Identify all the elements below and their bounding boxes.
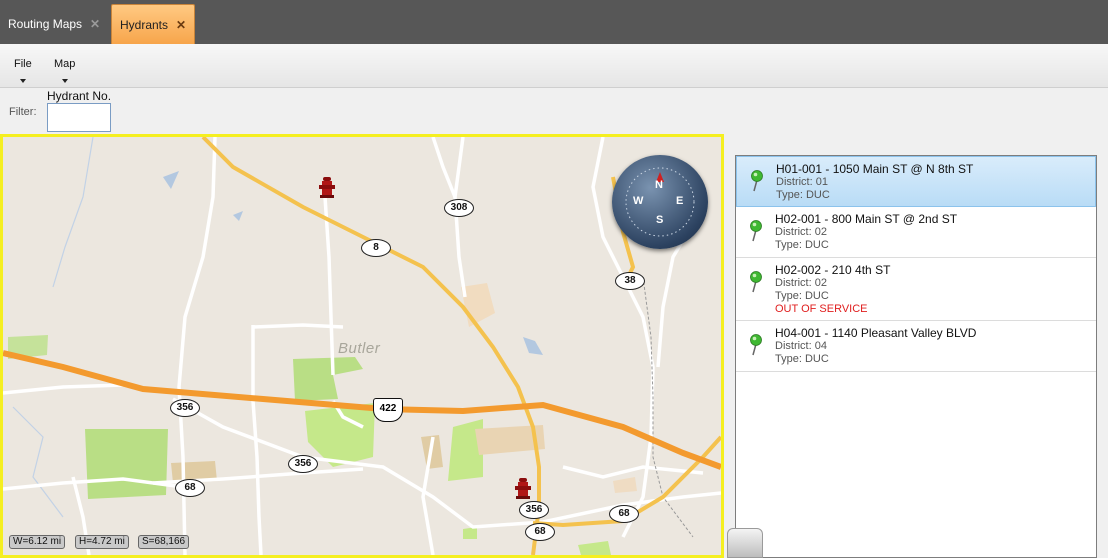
hydrant-no-input[interactable] bbox=[47, 103, 111, 132]
dropdown-arrow-icon bbox=[19, 79, 26, 83]
compass-rose[interactable]: N E S W bbox=[612, 155, 708, 249]
route-shield-38: 38 bbox=[615, 272, 645, 290]
hydrant-marker-icon[interactable] bbox=[318, 175, 336, 199]
list-item[interactable]: H02-002 - 210 4th ST District: 02 Type: … bbox=[736, 258, 1096, 321]
map-pin-icon bbox=[751, 170, 763, 192]
filter-label: Filter: bbox=[9, 106, 37, 118]
hydrant-type: Type: DUC bbox=[776, 189, 830, 201]
compass-n-label: N bbox=[655, 179, 663, 191]
compass-w-label: W bbox=[633, 195, 644, 207]
route-shield-308: 308 bbox=[444, 199, 474, 217]
hydrant-type: Type: DUC bbox=[775, 239, 829, 251]
route-shield-356: 356 bbox=[519, 501, 549, 519]
city-label-butler: Butler bbox=[338, 340, 381, 357]
compass-e-label: E bbox=[676, 195, 684, 207]
menu-bar: File Map bbox=[0, 44, 1108, 88]
compass-s-label: S bbox=[656, 214, 664, 226]
list-item[interactable]: H01-001 - 1050 Main ST @ N 8th ST Distri… bbox=[736, 156, 1096, 207]
hydrant-district: District: 02 bbox=[775, 226, 827, 238]
route-shield-8: 8 bbox=[361, 239, 391, 257]
map-pin-icon bbox=[750, 220, 762, 242]
hydrant-district: District: 04 bbox=[775, 340, 827, 352]
route-shield-68: 68 bbox=[175, 479, 205, 497]
hydrant-type: Type: DUC bbox=[775, 353, 829, 365]
close-icon[interactable]: ✕ bbox=[176, 18, 186, 32]
compass-icon bbox=[625, 167, 695, 237]
hydrant-list: H01-001 - 1050 Main ST @ N 8th ST Distri… bbox=[735, 155, 1097, 558]
hydrant-no-label: Hydrant No. bbox=[47, 89, 112, 103]
route-shield-68: 68 bbox=[525, 523, 555, 541]
tab-label: Hydrants bbox=[120, 17, 169, 32]
hydrant-marker-icon[interactable] bbox=[514, 476, 532, 500]
close-icon[interactable]: ✕ bbox=[90, 17, 100, 31]
route-shield-68: 68 bbox=[609, 505, 639, 523]
dropdown-arrow-icon bbox=[61, 79, 68, 83]
hydrant-title: H02-001 - 800 Main ST @ 2nd ST bbox=[775, 212, 958, 226]
map-scale-readout: S=68,166 bbox=[138, 535, 190, 549]
map-view[interactable]: Butler 308 8 38 422 356 356 356 68 68 68… bbox=[0, 134, 724, 558]
hydrant-title: H02-002 - 210 4th ST bbox=[775, 263, 891, 277]
panel-splitter-handle[interactable] bbox=[727, 528, 763, 558]
map-height-readout: H=4.72 mi bbox=[75, 535, 129, 549]
route-shield-356: 356 bbox=[288, 455, 318, 473]
hydrant-type: Type: DUC bbox=[775, 290, 829, 302]
tab-bar: Routing Maps ✕ Hydrants ✕ bbox=[0, 0, 1108, 44]
hydrant-district: District: 02 bbox=[775, 277, 827, 289]
hydrant-title: H04-001 - 1140 Pleasant Valley BLVD bbox=[775, 326, 977, 340]
menu-map[interactable]: Map bbox=[54, 58, 75, 83]
map-pin-icon bbox=[750, 271, 762, 293]
list-item[interactable]: H02-001 - 800 Main ST @ 2nd ST District:… bbox=[736, 207, 1096, 258]
route-shield-356: 356 bbox=[170, 399, 200, 417]
tab-hydrants[interactable]: Hydrants ✕ bbox=[111, 4, 196, 44]
route-shield-us-422: 422 bbox=[373, 398, 403, 422]
out-of-service-status: OUT OF SERVICE bbox=[775, 303, 868, 315]
list-item[interactable]: H04-001 - 1140 Pleasant Valley BLVD Dist… bbox=[736, 321, 1096, 372]
hydrant-title: H01-001 - 1050 Main ST @ N 8th ST bbox=[776, 162, 974, 176]
menu-file-label: File bbox=[14, 58, 32, 70]
menu-file[interactable]: File bbox=[14, 58, 32, 83]
map-width-readout: W=6.12 mi bbox=[9, 535, 66, 549]
tab-label: Routing Maps bbox=[8, 17, 83, 31]
map-pin-icon bbox=[750, 334, 762, 356]
hydrant-district: District: 01 bbox=[776, 176, 828, 188]
menu-map-label: Map bbox=[54, 58, 76, 70]
tab-routing-maps[interactable]: Routing Maps ✕ bbox=[0, 4, 108, 44]
